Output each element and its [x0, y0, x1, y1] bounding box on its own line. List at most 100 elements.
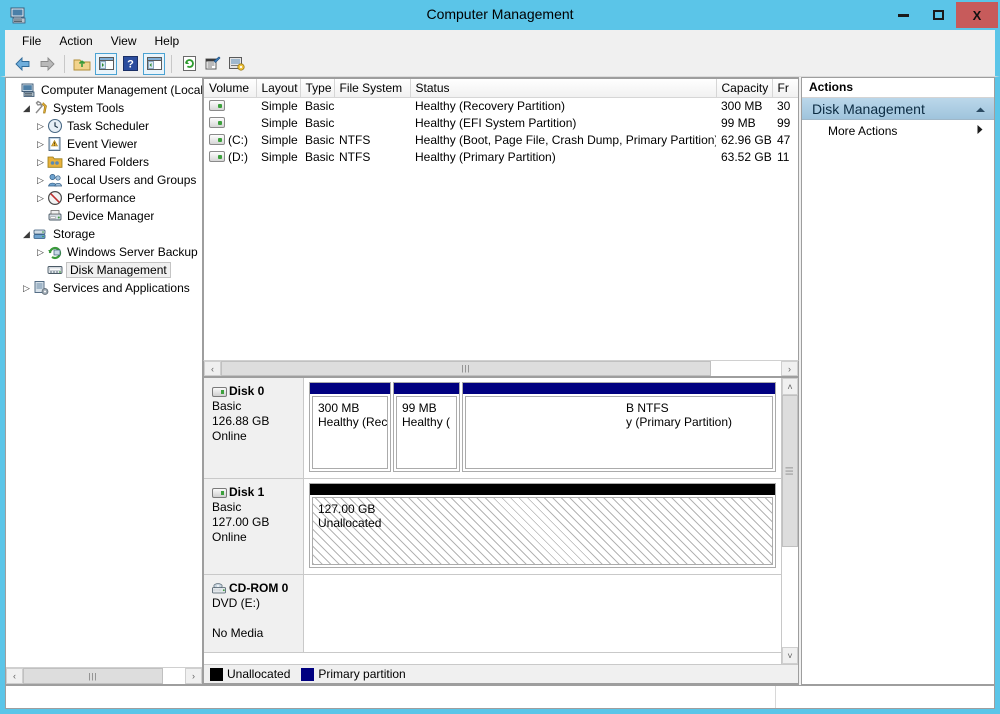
toolbar-separator — [64, 54, 65, 73]
actions-group-title: Disk Management — [812, 100, 925, 117]
table-row[interactable]: (D:) Simple Basic NTFS Healthy (Primary … — [204, 149, 798, 166]
partition-status: Unallocated — [318, 516, 382, 530]
disk-state: No Media — [212, 626, 264, 640]
tree-node-windows-server-backup[interactable]: ▷ Windows Server Backup — [6, 243, 202, 261]
partition-status: Healthy (Rec — [318, 415, 388, 429]
close-button[interactable]: X — [956, 2, 998, 28]
show-hide-action-pane-button[interactable] — [143, 52, 165, 75]
scroll-track[interactable]: ||| — [221, 361, 781, 376]
disk-icon — [212, 487, 227, 498]
refresh-button[interactable] — [178, 53, 200, 75]
expander-icon[interactable]: ▷ — [34, 135, 47, 153]
menu-view[interactable]: View — [102, 32, 146, 50]
scroll-right-button[interactable]: › — [185, 668, 202, 684]
table-row[interactable]: (C:) Simple Basic NTFS Healthy (Boot, Pa… — [204, 132, 798, 149]
cell-free-space: 11 — [777, 150, 790, 164]
up-one-level-button[interactable] — [71, 53, 93, 75]
scroll-left-button[interactable]: ‹ — [6, 668, 23, 684]
disk-row-disk0[interactable]: Disk 0 Basic 126.88 GB Online 300 MB Hea… — [204, 378, 781, 479]
console-tree-pane: Computer Management (Local) ◢ System Too… — [5, 77, 203, 685]
disk-icon — [212, 386, 227, 397]
col-capacity[interactable]: Capacity — [716, 79, 773, 98]
partition-c-drive[interactable]: B NTFS y (Primary Partition) — [462, 382, 776, 472]
scroll-down-button[interactable]: ˅ — [782, 647, 798, 664]
disk-row-cdrom0[interactable]: CD-ROM 0 DVD (E:) No Media — [204, 575, 781, 653]
menu-action[interactable]: Action — [50, 32, 101, 50]
scroll-thumb[interactable]: ||| — [221, 361, 711, 376]
toolbar: ? — [0, 51, 1000, 77]
scroll-left-button[interactable]: ‹ — [204, 361, 221, 376]
expander-icon[interactable]: ▷ — [34, 171, 47, 189]
expander-icon[interactable]: ▷ — [20, 279, 33, 297]
table-row[interactable]: Simple Basic Healthy (EFI System Partiti… — [204, 115, 798, 132]
col-status[interactable]: Status — [410, 79, 717, 98]
partition-body: 300 MB Healthy (Rec — [312, 396, 388, 469]
console-tree-hscrollbar[interactable]: ‹ ||| › — [6, 667, 202, 684]
col-layout[interactable]: Layout — [256, 79, 301, 98]
expander-icon[interactable]: ◢ — [20, 225, 33, 243]
scroll-up-button[interactable]: ˄ — [782, 378, 798, 395]
partition-unallocated[interactable]: 127.00 GB Unallocated — [309, 483, 776, 568]
rescan-disks-button[interactable] — [226, 53, 248, 75]
scroll-thumb[interactable]: ||| — [782, 395, 798, 547]
disk-size: 126.88 GB — [212, 414, 270, 428]
forward-button[interactable] — [36, 53, 58, 75]
disk-name: Disk 0 — [229, 384, 265, 398]
tree-node-storage[interactable]: ◢ Storage — [6, 225, 202, 243]
menu-help[interactable]: Help — [146, 32, 189, 50]
partition-type-bar — [310, 383, 390, 394]
properties-button[interactable] — [202, 53, 224, 75]
tree-node-computer-management[interactable]: Computer Management (Local) — [6, 81, 202, 99]
col-volume[interactable]: Volume — [204, 79, 257, 98]
back-button[interactable] — [12, 53, 34, 75]
disk-management-icon — [47, 262, 63, 278]
tree-node-device-manager[interactable]: Device Manager — [6, 207, 202, 225]
menu-file[interactable]: File — [13, 32, 50, 50]
partition-size: 300 MB — [318, 401, 360, 415]
tree-node-disk-management[interactable]: Disk Management — [6, 261, 202, 279]
col-type[interactable]: Type — [300, 79, 335, 98]
tree-node-services-and-applications[interactable]: ▷ Services and Applications — [6, 279, 202, 297]
actions-more-actions[interactable]: More Actions — [802, 120, 994, 142]
tree-node-system-tools[interactable]: ◢ System Tools — [6, 99, 202, 117]
graph-vscrollbar[interactable]: ˄ ||| ˅ — [781, 378, 798, 664]
partition-size: 99 MB — [402, 401, 437, 415]
legend-primary-partition: Primary partition — [301, 667, 406, 681]
tree-node-event-viewer[interactable]: ▷ Event Viewer — [6, 135, 202, 153]
expander-icon[interactable]: ▷ — [34, 189, 47, 207]
cell-volume: (C:) — [204, 132, 256, 149]
tree-node-task-scheduler[interactable]: ▷ Task Scheduler — [6, 117, 202, 135]
scroll-track[interactable]: ||| — [23, 668, 185, 684]
partition-recovery[interactable]: 300 MB Healthy (Rec — [309, 382, 391, 472]
disk-size: 127.00 GB — [212, 515, 270, 529]
actions-group-disk-management[interactable]: Disk Management — [802, 98, 994, 120]
col-free-space[interactable]: Fr — [772, 79, 798, 98]
col-file-system[interactable]: File System — [334, 79, 411, 98]
show-hide-console-tree-button[interactable] — [95, 52, 117, 75]
chevron-up-icon[interactable] — [975, 101, 986, 117]
minimize-button[interactable] — [886, 2, 921, 28]
disk-row-disk1[interactable]: Disk 1 Basic 127.00 GB Online 127.00 GB … — [204, 479, 781, 575]
chevron-right-icon[interactable] — [976, 124, 984, 138]
cell-free-space: 47 — [777, 133, 791, 147]
title-bar: Computer Management X — [0, 0, 1000, 30]
partition-type-bar — [463, 383, 775, 394]
cell-status: Healthy (Recovery Partition) — [415, 99, 566, 114]
tree-node-performance[interactable]: ▷ Performance — [6, 189, 202, 207]
tree-node-shared-folders[interactable]: ▷ Shared Folders — [6, 153, 202, 171]
help-button[interactable]: ? — [119, 53, 141, 75]
volume-list-hscrollbar[interactable]: ‹ ||| › — [203, 360, 799, 377]
table-row[interactable]: Simple Basic Healthy (Recovery Partition… — [204, 98, 798, 115]
maximize-button[interactable] — [921, 2, 956, 28]
expander-icon[interactable]: ◢ — [20, 99, 33, 117]
tree-node-local-users-and-groups[interactable]: ▷ Local Users and Groups — [6, 171, 202, 189]
cell-status: Healthy (Boot, Page File, Crash Dump, Pr… — [415, 133, 716, 147]
partition-efi[interactable]: 99 MB Healthy ( — [393, 382, 460, 472]
expander-icon[interactable]: ▷ — [34, 243, 47, 261]
scroll-thumb[interactable]: ||| — [23, 668, 163, 684]
disk-name: CD-ROM 0 — [229, 581, 289, 595]
scroll-right-button[interactable]: › — [781, 361, 798, 376]
scroll-track[interactable]: ||| — [782, 395, 798, 647]
expander-icon[interactable]: ▷ — [34, 153, 47, 171]
expander-icon[interactable]: ▷ — [34, 117, 47, 135]
